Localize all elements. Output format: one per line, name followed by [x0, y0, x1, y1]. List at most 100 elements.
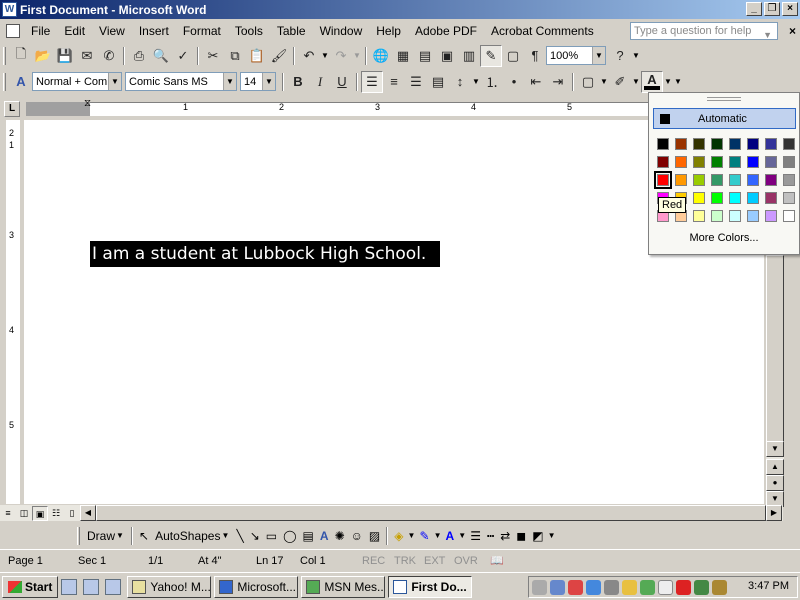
permission-icon[interactable]: ✉: [76, 45, 98, 67]
draw-font-color-dropdown-icon[interactable]: ▼: [457, 531, 467, 540]
color-swatch[interactable]: [711, 138, 723, 150]
borders-dropdown-icon[interactable]: ▼: [599, 77, 609, 86]
automatic-color-button[interactable]: Automatic: [653, 108, 796, 129]
color-swatch[interactable]: [729, 210, 741, 222]
reading-layout-icon[interactable]: ▯: [64, 506, 80, 521]
tray-network-icon[interactable]: [550, 579, 565, 595]
color-swatch[interactable]: [729, 138, 741, 150]
font-select[interactable]: Comic Sans MS ▼: [125, 72, 237, 91]
highlight-icon[interactable]: ✐: [609, 71, 631, 93]
select-objects-icon[interactable]: ↖: [136, 525, 152, 547]
spelling-status-icon[interactable]: 📖: [482, 552, 512, 570]
print-preview-icon[interactable]: 🔍: [150, 45, 172, 67]
print-layout-icon[interactable]: ▣: [32, 505, 48, 521]
undo-icon[interactable]: ↶: [298, 45, 320, 67]
font-color-dropdown-icon[interactable]: ▼: [663, 77, 673, 86]
color-swatch[interactable]: [711, 210, 723, 222]
color-swatch[interactable]: [765, 192, 777, 204]
color-swatch[interactable]: [654, 171, 672, 189]
borders-icon[interactable]: ▢: [577, 71, 599, 93]
zoom-dropdown-icon[interactable]: ▼: [592, 47, 605, 64]
email-icon[interactable]: ✆: [98, 45, 120, 67]
menu-help[interactable]: Help: [369, 21, 408, 41]
scroll-left-icon[interactable]: ◀: [80, 505, 96, 521]
color-swatch[interactable]: [747, 174, 759, 186]
color-swatch[interactable]: [711, 174, 723, 186]
color-swatch[interactable]: [783, 174, 795, 186]
paste-icon[interactable]: 📋: [246, 45, 268, 67]
picture-icon[interactable]: ▨: [366, 525, 383, 547]
hyperlink-icon[interactable]: 🌐: [370, 45, 392, 67]
color-swatch[interactable]: [657, 156, 669, 168]
open-folder-icon[interactable]: 📂: [32, 45, 54, 67]
tray-shield-icon[interactable]: [694, 579, 709, 595]
insert-excel-icon[interactable]: ▣: [436, 45, 458, 67]
help-dropdown-arrow-icon[interactable]: ▼: [763, 27, 772, 43]
line-style-icon[interactable]: ☰: [467, 525, 484, 547]
toolbar-options-icon[interactable]: ▼: [673, 77, 683, 86]
color-swatch[interactable]: [693, 156, 705, 168]
normal-view-icon[interactable]: ≡: [0, 506, 16, 521]
shadow-style-icon[interactable]: ◼: [513, 525, 529, 547]
status-ovr[interactable]: OVR: [446, 552, 482, 570]
wordart-icon[interactable]: A: [317, 525, 332, 547]
align-left-icon[interactable]: ☰: [361, 70, 383, 93]
color-swatch[interactable]: [711, 192, 723, 204]
tray-mail-icon[interactable]: [676, 579, 691, 595]
tray-volume-icon[interactable]: [604, 579, 619, 595]
color-swatch[interactable]: [783, 192, 795, 204]
align-center-icon[interactable]: ≡: [383, 71, 405, 93]
start-button[interactable]: Start: [2, 575, 59, 598]
oval-icon[interactable]: ◯: [280, 525, 299, 547]
tray-update-icon[interactable]: [712, 579, 727, 595]
numbering-icon[interactable]: ⒈: [481, 71, 503, 93]
3d-style-icon[interactable]: ◩: [529, 525, 546, 547]
status-ext[interactable]: EXT: [416, 552, 446, 570]
style-select[interactable]: Normal + Comic ▼: [32, 72, 122, 91]
undo-dropdown-icon[interactable]: ▼: [320, 51, 330, 60]
previous-page-icon[interactable]: ▲: [766, 459, 784, 475]
insert-table-icon[interactable]: ▤: [414, 45, 436, 67]
style-dropdown-icon[interactable]: ▼: [108, 73, 121, 90]
selected-document-text[interactable]: I am a student at Lubbock High School.: [90, 241, 441, 267]
color-swatch[interactable]: [783, 210, 795, 222]
task-yahoo-messenger[interactable]: Yahoo! M...: [127, 575, 212, 598]
color-swatch[interactable]: [657, 138, 669, 150]
quicklaunch-desktop-icon[interactable]: [61, 578, 78, 595]
arrow-style-icon[interactable]: ⇄: [497, 525, 513, 547]
color-swatch[interactable]: [729, 192, 741, 204]
font-size-select[interactable]: 14 ▼: [240, 72, 276, 91]
drawing-icon[interactable]: ✎: [480, 44, 502, 67]
indent-marker-icon[interactable]: ⧖: [84, 98, 91, 109]
restore-button[interactable]: ❐: [764, 2, 780, 16]
line-icon[interactable]: ╲: [233, 525, 246, 547]
word-app-icon[interactable]: W: [2, 2, 17, 17]
color-swatch[interactable]: [693, 138, 705, 150]
fill-color-icon[interactable]: ◈: [391, 525, 406, 547]
task-microsoft[interactable]: Microsoft...: [214, 575, 299, 598]
document-icon[interactable]: [6, 24, 20, 38]
status-trk[interactable]: TRK: [386, 552, 416, 570]
color-swatch[interactable]: [675, 138, 687, 150]
color-swatch[interactable]: [765, 156, 777, 168]
format-painter-icon[interactable]: 🖌: [268, 45, 290, 67]
menu-insert[interactable]: Insert: [132, 21, 176, 41]
font-dropdown-icon[interactable]: ▼: [223, 73, 236, 90]
close-window-button[interactable]: ×: [782, 2, 798, 16]
bold-icon[interactable]: B: [287, 71, 309, 93]
toolbar-grip[interactable]: [3, 46, 6, 65]
tray-antivirus-icon[interactable]: [568, 579, 583, 595]
toolbar-options-icon[interactable]: ▼: [547, 531, 557, 540]
menu-window[interactable]: Window: [313, 21, 370, 41]
highlight-dropdown-icon[interactable]: ▼: [631, 77, 641, 86]
styles-formatting-icon[interactable]: A: [10, 71, 32, 93]
menu-file[interactable]: File: [24, 21, 57, 41]
tables-borders-icon[interactable]: ▦: [392, 45, 414, 67]
quicklaunch-ie-icon[interactable]: [105, 578, 122, 595]
color-swatch[interactable]: [729, 174, 741, 186]
align-right-icon[interactable]: ☰: [405, 71, 427, 93]
autoshapes-menu-button[interactable]: AutoShapes ▼: [152, 525, 233, 547]
decrease-indent-icon[interactable]: ⇤: [525, 71, 547, 93]
print-icon[interactable]: ⎙: [128, 45, 150, 67]
menu-table[interactable]: Table: [270, 21, 313, 41]
